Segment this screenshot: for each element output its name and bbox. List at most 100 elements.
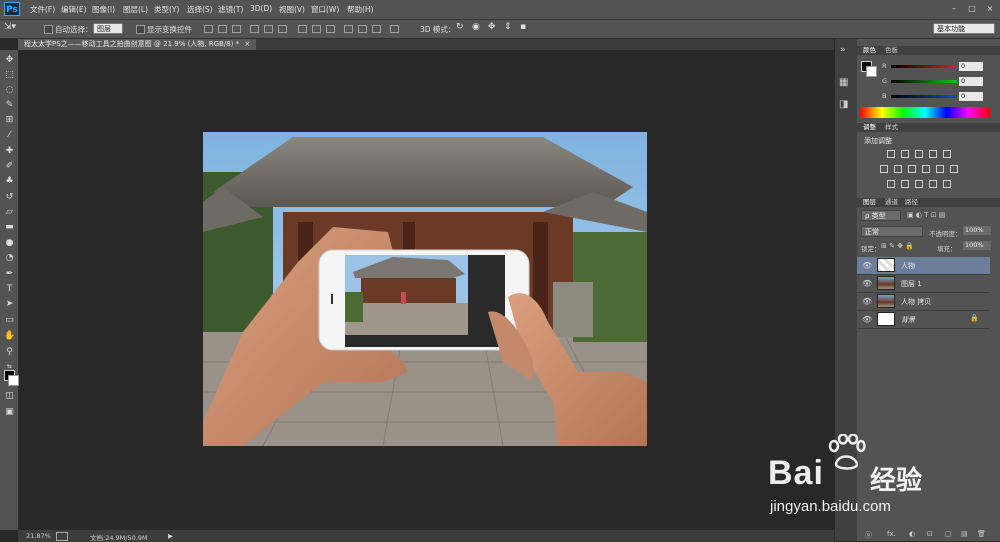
zoom-level[interactable]: 21.87% xyxy=(26,532,51,540)
move-tool-icon[interactable]: ✥ xyxy=(4,55,15,66)
menu-window[interactable]: 窗口(W) xyxy=(311,4,339,15)
menu-image[interactable]: 图像(I) xyxy=(92,4,115,15)
green-slider[interactable] xyxy=(891,80,957,83)
marquee-icon[interactable]: ⬚ xyxy=(4,70,15,81)
eraser-icon[interactable]: ▱ xyxy=(4,207,15,218)
threshold-icon[interactable] xyxy=(915,180,923,188)
path-select-icon[interactable]: ➤ xyxy=(4,299,15,310)
history-brush-icon[interactable]: ↺ xyxy=(4,192,15,203)
clone-stamp-icon[interactable]: ♣ xyxy=(4,176,15,187)
document-tab[interactable]: 程太太学PS之——移动工具之拍曲创意图 @ 21.9% (人物, RGB/8) … xyxy=(18,39,257,50)
distribute-hcenter-icon[interactable] xyxy=(358,25,367,33)
type-icon[interactable]: T xyxy=(4,284,15,295)
pen-icon[interactable]: ✒ xyxy=(4,269,15,280)
fill-field[interactable]: 100% xyxy=(963,241,991,250)
auto-align-icon[interactable] xyxy=(390,25,399,33)
invert-icon[interactable] xyxy=(887,180,895,188)
auto-select-checkbox[interactable] xyxy=(44,25,53,34)
align-bottom-icon[interactable] xyxy=(232,25,241,33)
green-value-field[interactable]: 0 xyxy=(959,77,983,86)
menu-edit[interactable]: 编辑(E) xyxy=(61,4,87,15)
crop-icon[interactable]: ⊞ xyxy=(4,115,15,126)
zoom-icon[interactable]: ⚲ xyxy=(4,347,15,358)
gradient-icon[interactable]: ▬ xyxy=(4,222,15,233)
layer-filter-dropdown[interactable]: ρ 类型 xyxy=(861,210,901,221)
selective-color-icon[interactable] xyxy=(929,180,937,188)
tab-adjustments[interactable]: 调整 xyxy=(863,123,876,132)
align-hcenter-icon[interactable] xyxy=(264,25,273,33)
menu-3d[interactable]: 3D(D) xyxy=(250,4,272,13)
3d-rotate-icon[interactable]: ↻ xyxy=(456,22,464,32)
color-lookup-icon[interactable] xyxy=(950,165,958,173)
screen-mode-icon[interactable]: ▣ xyxy=(4,407,15,418)
color-spectrum-bar[interactable] xyxy=(860,107,990,118)
channel-mixer-icon[interactable] xyxy=(936,165,944,173)
minimize-button[interactable]: – xyxy=(948,4,960,14)
document-canvas[interactable] xyxy=(203,132,647,446)
3d-roll-icon[interactable]: ◉ xyxy=(472,22,480,32)
maximize-button[interactable]: □ xyxy=(966,4,978,14)
status-menu-arrow[interactable]: ▶ xyxy=(168,532,173,540)
align-top-icon[interactable] xyxy=(204,25,213,33)
eye-icon[interactable]: 👁 xyxy=(862,279,872,288)
eyedropper-icon[interactable]: ⁄ xyxy=(4,130,15,141)
menu-filter[interactable]: 滤镜(T) xyxy=(218,4,243,15)
hand-icon[interactable]: ✋ xyxy=(4,331,15,342)
move-tool-preset-icon[interactable]: ⇲▾ xyxy=(4,22,16,32)
auto-select-dropdown[interactable]: 图层 xyxy=(93,23,123,34)
blue-slider[interactable] xyxy=(891,95,957,98)
blend-mode-dropdown[interactable]: 正常 xyxy=(861,226,923,237)
workspace-dropdown[interactable]: 基本功能 xyxy=(933,23,995,34)
red-value-field[interactable]: 0 xyxy=(959,62,983,71)
layer-row-layer1[interactable]: 👁 图层 1 xyxy=(857,275,990,293)
brush-icon[interactable]: ✐ xyxy=(4,161,15,172)
close-window-button[interactable]: × xyxy=(984,4,996,14)
layer-row-background[interactable]: 👁 背景 🔒 xyxy=(857,311,990,329)
quick-select-icon[interactable]: ✎ xyxy=(4,100,15,111)
adjustment-layer-icon[interactable]: ◐ xyxy=(909,530,915,538)
align-right-icon[interactable] xyxy=(278,25,287,33)
menu-view[interactable]: 视图(V) xyxy=(279,4,305,15)
vibrance-adjust-icon[interactable] xyxy=(943,150,951,158)
tab-channels[interactable]: 通道 xyxy=(885,198,898,207)
align-vcenter-icon[interactable] xyxy=(218,25,227,33)
tab-styles[interactable]: 样式 xyxy=(885,123,898,132)
black-white-icon[interactable] xyxy=(908,165,916,173)
history-panel-icon[interactable]: ▦ xyxy=(839,77,848,88)
brightness-adjust-icon[interactable] xyxy=(887,150,895,158)
show-transform-checkbox[interactable] xyxy=(136,25,145,34)
tab-swatches[interactable]: 色板 xyxy=(885,46,898,55)
lock-icons[interactable]: ⊞ ✎ ✥ 🔒 xyxy=(881,242,914,250)
properties-panel-icon[interactable]: ◨ xyxy=(839,99,848,110)
quick-mask-icon[interactable]: ◫ xyxy=(4,391,15,402)
eye-icon[interactable]: 👁 xyxy=(862,297,872,306)
tab-color[interactable]: 颜色 xyxy=(863,46,876,55)
menu-type[interactable]: 类型(Y) xyxy=(154,4,179,15)
opacity-field[interactable]: 100% xyxy=(963,226,991,235)
layer-filter-icons[interactable]: ▣ ◐ T ⊡ ▤ xyxy=(907,211,945,219)
menu-layer[interactable]: 图层(L) xyxy=(123,4,148,15)
posterize-icon[interactable] xyxy=(901,180,909,188)
dodge-icon[interactable]: ◔ xyxy=(4,253,15,264)
hue-adjust-icon[interactable] xyxy=(880,165,888,173)
3d-slide-icon[interactable]: ⇕ xyxy=(504,22,512,32)
healing-brush-icon[interactable]: ✚ xyxy=(4,146,15,157)
curves-adjust-icon[interactable] xyxy=(915,150,923,158)
background-color[interactable] xyxy=(8,375,19,386)
new-layer-icon[interactable]: ▤ xyxy=(961,530,968,538)
menu-select[interactable]: 选择(S) xyxy=(187,4,213,15)
tab-paths[interactable]: 路径 xyxy=(905,198,918,207)
tab-layers[interactable]: 图层 xyxy=(863,198,876,207)
blur-icon[interactable]: ● xyxy=(4,238,15,249)
panel-background-color[interactable] xyxy=(866,66,877,77)
color-balance-icon[interactable] xyxy=(894,165,902,173)
collapse-panels-icon[interactable]: » xyxy=(840,45,846,55)
gradient-map-icon[interactable] xyxy=(943,180,951,188)
red-slider[interactable] xyxy=(891,65,957,68)
menu-help[interactable]: 帮助(H) xyxy=(347,4,374,15)
trash-icon[interactable]: 🗑 xyxy=(977,530,986,538)
exposure-adjust-icon[interactable] xyxy=(929,150,937,158)
eye-icon[interactable]: 👁 xyxy=(862,315,872,324)
3d-scale-icon[interactable]: ▪ xyxy=(520,22,526,32)
status-export-icon[interactable] xyxy=(56,532,68,541)
